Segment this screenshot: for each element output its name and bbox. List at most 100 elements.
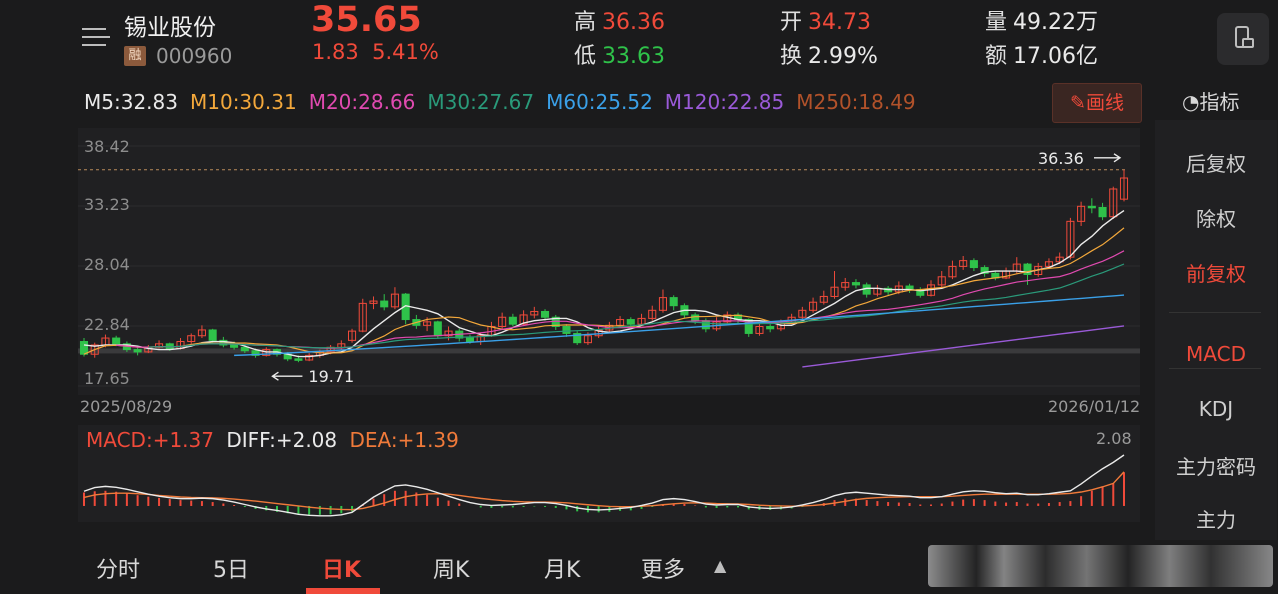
side-item[interactable]: 主力密码 — [1155, 451, 1277, 480]
candle-body — [1087, 205, 1096, 209]
turnover-label: 换 — [780, 44, 803, 69]
side-divider — [1169, 312, 1261, 313]
price-change: 1.83 5.41% — [312, 40, 439, 64]
high-stat: 高 36.36 — [574, 4, 665, 36]
candle-body — [240, 346, 249, 352]
ma-legend-item: M60:25.52 — [546, 90, 653, 114]
side-item[interactable]: 后复权 — [1155, 148, 1277, 177]
gauge-icon: ◔ — [1182, 90, 1200, 114]
candle-body — [433, 321, 442, 337]
tab-period[interactable]: 分时 — [96, 552, 140, 584]
change-amount: 1.83 — [312, 40, 359, 64]
ma-legend-item: M120:22.85 — [664, 90, 785, 114]
candle-body — [208, 329, 217, 341]
max-arrow-icon — [1094, 153, 1122, 163]
candle-body — [626, 319, 635, 325]
turnover-stat: 换 2.99% — [780, 38, 878, 70]
kline-svg: 38.42 33.23 28.04 22.84 17.65 36.36 19.71 — [78, 137, 1140, 388]
date-start-label: 2025/08/29 — [80, 397, 173, 416]
candle-body — [969, 260, 978, 269]
min-price-label: 19.71 — [308, 367, 354, 386]
low-value: 33.63 — [602, 44, 665, 69]
candle-body — [691, 314, 700, 322]
y-tick-label: 17.65 — [84, 369, 130, 388]
stock-code: 000960 — [156, 44, 233, 68]
candle-body — [1098, 206, 1107, 218]
candle-body — [294, 358, 303, 361]
amount-stat: 额 17.06亿 — [985, 38, 1098, 70]
open-value: 34.73 — [808, 10, 871, 35]
tab-period[interactable]: 更多 — [641, 552, 685, 584]
ma-legend-item: M10:30.31 — [189, 90, 297, 114]
phone-landscape-icon — [1235, 26, 1254, 48]
volume-label: 量 — [985, 10, 1008, 35]
ma10-line — [83, 227, 1125, 355]
current-price: 35.65 — [311, 0, 422, 40]
ma-legend-item: M250:18.49 — [796, 90, 916, 114]
support-band — [78, 348, 1140, 354]
macd-value: MACD:+1.37 — [86, 428, 214, 452]
active-tab-indicator — [306, 588, 380, 594]
blurred-watermark — [928, 545, 1273, 587]
low-stat: 低 33.63 — [574, 38, 665, 70]
side-item[interactable]: 除权 — [1155, 203, 1277, 232]
candle-body — [112, 337, 121, 345]
y-tick-label: 38.42 — [84, 137, 130, 156]
candle-body — [465, 337, 475, 343]
ma60-line — [234, 294, 1125, 357]
candle-body — [1023, 263, 1032, 275]
candle-body — [851, 282, 860, 286]
diff-value: DIFF:+2.08 — [226, 428, 338, 452]
ma5-line — [83, 210, 1125, 358]
candle-body — [380, 300, 389, 308]
open-stat: 开 34.73 — [780, 4, 871, 36]
macd-legend: MACD:+1.37 DIFF:+2.08 DEA:+1.39 — [86, 428, 459, 452]
kline-chart[interactable]: 38.42 33.23 28.04 22.84 17.65 36.36 19.71 — [78, 128, 1140, 395]
amount-label: 额 — [985, 44, 1008, 69]
low-label: 低 — [574, 44, 597, 69]
amount-value: 17.06亿 — [1013, 44, 1098, 69]
side-item[interactable]: MACD — [1155, 342, 1277, 366]
caret-up-icon[interactable]: ▲ — [714, 556, 726, 575]
indicator-label: 指标 — [1199, 90, 1240, 114]
menu-icon[interactable] — [82, 26, 110, 48]
dea-value: DEA:+1.39 — [349, 428, 459, 452]
candle-body — [701, 320, 710, 330]
candle-body — [165, 343, 174, 349]
tab-period[interactable]: 周K — [433, 552, 469, 584]
ma-legend-item: M30:27.67 — [427, 90, 535, 114]
candle-body — [133, 349, 142, 353]
macd-max-label: 2.08 — [1096, 429, 1132, 448]
candle-body — [540, 310, 550, 318]
ma-legend-item: M5:32.83 — [84, 90, 178, 114]
y-tick-label: 28.04 — [84, 255, 130, 274]
candle-body — [508, 316, 517, 325]
side-item[interactable]: 主力 — [1155, 504, 1277, 533]
indicator-button[interactable]: ◔指标 — [1182, 86, 1239, 115]
tab-period[interactable]: 月K — [544, 552, 580, 584]
volume-value: 49.22万 — [1013, 10, 1098, 35]
tab-period[interactable]: 日K — [322, 552, 361, 584]
ma-legend-item: M20:28.66 — [308, 90, 416, 114]
max-price-label: 36.36 — [1038, 149, 1084, 168]
side-item[interactable]: KDJ — [1155, 397, 1277, 421]
high-value: 36.36 — [602, 10, 665, 35]
candle-body — [766, 325, 775, 330]
date-end-label: 2026/01/12 — [1048, 397, 1141, 416]
side-divider — [1169, 368, 1261, 369]
rotate-screen-button[interactable] — [1217, 13, 1269, 65]
draw-line-button[interactable]: ✎画线 — [1052, 83, 1142, 123]
margin-badge: 融 — [124, 46, 146, 66]
y-tick-label: 22.84 — [84, 315, 130, 334]
candle-body — [562, 325, 571, 334]
volume-stat: 量 49.22万 — [985, 4, 1098, 36]
candle-body — [79, 341, 89, 355]
change-percent: 5.41% — [372, 40, 439, 64]
side-item[interactable]: 前复权 — [1155, 258, 1277, 287]
tab-period[interactable]: 5日 — [213, 552, 249, 584]
stock-name: 锡业股份 — [124, 15, 216, 41]
ma120-line — [802, 325, 1125, 368]
open-label: 开 — [780, 10, 803, 35]
side-panel: 后复权除权前复权 MACD KDJ 主力密码主力 — [1155, 120, 1277, 540]
ma-legend: M5:32.83 M10:30.31 M20:28.66 M30:27.67 M60:2… — [84, 90, 928, 114]
